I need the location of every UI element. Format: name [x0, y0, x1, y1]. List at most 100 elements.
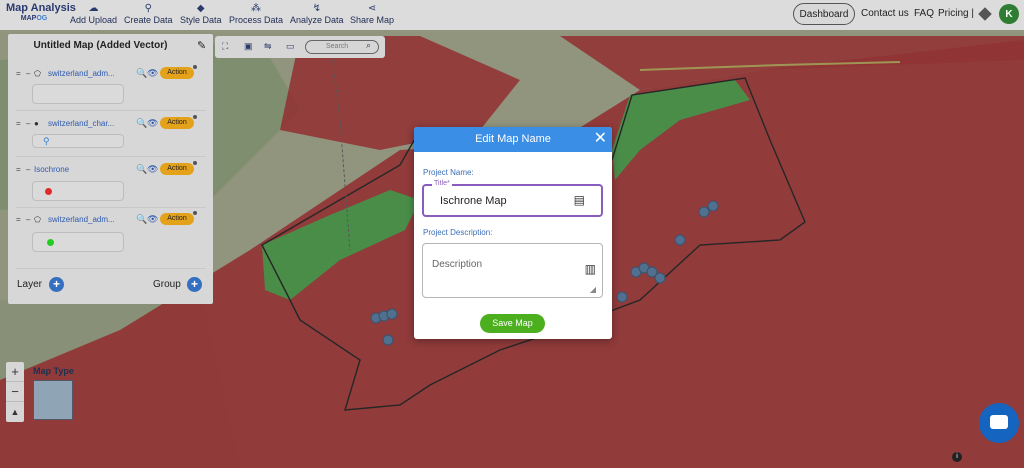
drag-handle-icon[interactable]: = [16, 165, 26, 174]
layer-style-swatch[interactable] [32, 181, 124, 201]
map-toolbar: ⛶ ▣ ⇋ ▭ Search ⌕ [215, 36, 385, 58]
marker-icon: ⚲ [43, 136, 50, 146]
zoom-to-icon[interactable]: 🔍 [136, 68, 147, 79]
resize-handle-icon[interactable]: ◢ [590, 285, 596, 294]
add-layer-button[interactable]: + [49, 277, 64, 292]
map-type-thumbnail[interactable] [33, 380, 73, 420]
title-legend: Title* [432, 180, 452, 187]
contact-link[interactable]: Contact us [861, 8, 909, 19]
zoom-to-icon[interactable]: 🔍 [136, 214, 147, 225]
document-icon: ▥ [584, 262, 596, 276]
layer-name[interactable]: switzerland_adm... [48, 215, 134, 224]
description-placeholder[interactable]: Description [432, 259, 482, 270]
pin-icon: ● [34, 118, 39, 128]
print-icon[interactable]: ▣ [244, 41, 253, 52]
pricing-link[interactable]: Pricing | [938, 8, 974, 19]
divider [16, 110, 206, 111]
dialog-title: Edit Map Name [475, 133, 551, 145]
top-navigation: Map Analysis MAPOG ☁ Add Upload ⚲ Create D… [0, 0, 1024, 30]
project-name-label: Project Name: [423, 168, 474, 177]
nav-analyze-data[interactable]: ↯ Analyze Data [290, 3, 344, 25]
chart-icon: ↯ [312, 3, 321, 14]
layer-row[interactable]: = – ● switzerland_char... 🔍 👁 Action [16, 115, 211, 130]
layer-name[interactable]: switzerland_char... [48, 119, 134, 128]
add-group-button[interactable]: + [187, 277, 202, 292]
zoom-in-button[interactable]: + [6, 362, 24, 382]
nav-add-upload[interactable]: ☁ Add Upload [70, 3, 117, 25]
comment-icon[interactable]: ▭ [286, 41, 295, 52]
red-swatch-dot [45, 188, 52, 195]
layer-style-swatch[interactable]: ⚲ [32, 134, 124, 148]
drag-handle-icon[interactable]: = [16, 215, 26, 224]
action-button[interactable]: Action [160, 115, 197, 129]
zoom-to-icon[interactable]: 🔍 [136, 118, 147, 129]
layer-style-swatch[interactable] [32, 84, 124, 104]
share-icon: ⋖ [367, 3, 377, 14]
chat-widget-button[interactable] [979, 403, 1019, 443]
layer-name[interactable]: switzerland_adm... [48, 69, 134, 78]
edit-pencil-icon[interactable]: ✎ [197, 39, 206, 52]
layer-name[interactable]: Isochrone [34, 165, 134, 174]
map-title: Untitled Map (Added Vector) [33, 40, 168, 51]
collapse-icon[interactable]: – [26, 69, 34, 78]
collapse-icon[interactable]: – [26, 119, 34, 128]
fullscreen-icon[interactable]: ⛶ [222, 41, 228, 52]
nav-process-data[interactable]: ⁂ Process Data [229, 3, 283, 25]
layer-row[interactable]: = – ⬠ switzerland_adm... 🔍 👁 Action [16, 211, 211, 226]
description-field[interactable]: Description ▥ ◢ [422, 243, 603, 298]
layer-style-swatch[interactable] [32, 232, 124, 252]
save-map-button[interactable]: Save Map [480, 314, 545, 333]
chat-icon [990, 415, 1008, 429]
nodes-icon: ⁂ [251, 3, 262, 14]
cloud-upload-icon: ☁ [88, 3, 99, 14]
nav-create-data[interactable]: ⚲ Create Data [124, 3, 173, 25]
drag-handle-icon[interactable]: = [16, 69, 26, 78]
paint-bucket-icon: ◆ [196, 3, 205, 14]
action-button[interactable]: Action [160, 161, 197, 175]
polygon-icon: ⬠ [34, 214, 41, 224]
logo-title: Map Analysis [6, 2, 76, 14]
avatar[interactable]: K [999, 4, 1019, 24]
green-swatch-dot [47, 239, 54, 246]
group-label: Group [153, 279, 181, 290]
action-button[interactable]: Action [160, 211, 197, 225]
edit-map-name-dialog: Edit Map Name ✕ Project Name: Title* Isc… [414, 127, 612, 339]
reset-north-button[interactable]: ▲ [6, 402, 24, 422]
layers-panel: Untitled Map (Added Vector) ✎ = – ⬠ switz… [8, 34, 213, 304]
divider [16, 156, 206, 157]
eye-icon[interactable]: 👁 [147, 118, 160, 129]
nav-share-map[interactable]: ⋖ Share Map [350, 3, 394, 25]
layer-row[interactable]: = – Isochrone 🔍 👁 Action [16, 161, 211, 176]
eye-icon[interactable]: 👁 [147, 164, 160, 175]
collapse-icon[interactable]: – [26, 215, 34, 224]
collapse-icon[interactable]: – [26, 165, 34, 174]
project-description-label: Project Description: [423, 228, 493, 237]
layer-label: Layer [17, 279, 43, 290]
app-logo[interactable]: Map Analysis MAPOG [6, 2, 76, 22]
search-icon[interactable]: ⌕ [366, 40, 371, 51]
zoom-out-button[interactable]: − [6, 382, 24, 402]
map-type-label: Map Type [33, 366, 74, 376]
drag-handle-icon[interactable]: = [16, 119, 26, 128]
divider [16, 268, 206, 269]
divider [16, 207, 206, 208]
faq-link[interactable]: FAQ [914, 8, 934, 19]
close-icon[interactable]: ✕ [594, 130, 607, 148]
nav-style-data[interactable]: ◆ Style Data [180, 3, 222, 25]
action-button[interactable]: Action [160, 65, 197, 79]
title-field[interactable]: Title* Ischrone Map ▤ [422, 180, 603, 217]
info-icon[interactable]: i [952, 452, 962, 462]
zoom-to-icon[interactable]: 🔍 [136, 164, 147, 175]
logo-subtitle: MAPOG [20, 15, 48, 22]
map-pin-icon: ⚲ [144, 3, 152, 14]
zoom-control: + − ▲ [6, 362, 24, 422]
dashboard-button[interactable]: Dashboard [793, 3, 855, 25]
eye-icon[interactable]: 👁 [147, 214, 160, 225]
dialog-header: Edit Map Name ✕ [414, 127, 612, 152]
eye-icon[interactable]: 👁 [147, 68, 160, 79]
layer-row[interactable]: = – ⬠ switzerland_adm... 🔍 👁 Action [16, 65, 211, 80]
map-icon: ▤ [573, 193, 585, 207]
measure-icon[interactable]: ⇋ [264, 41, 272, 52]
title-value[interactable]: Ischrone Map [440, 195, 507, 207]
cube-icon[interactable] [978, 7, 992, 21]
